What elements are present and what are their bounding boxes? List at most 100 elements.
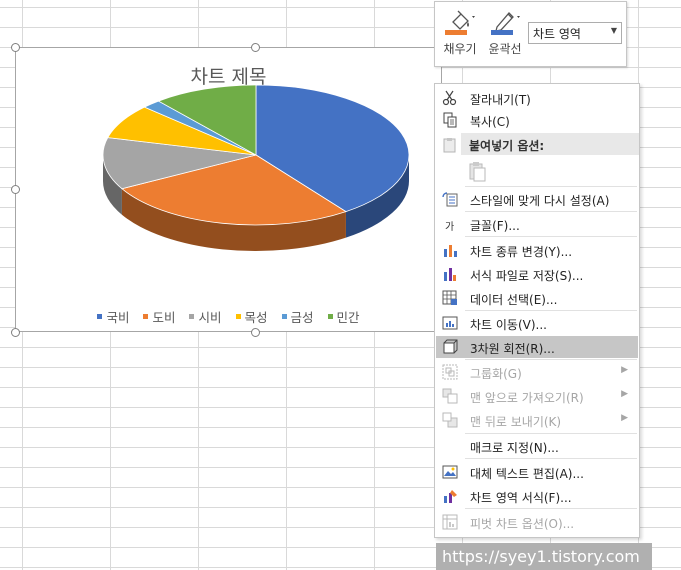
context-menu: 잘라내기(T) 복사(C) 붙여넣기 옵션: 스타일에 맞게 다시 설정(A) … <box>434 83 640 538</box>
alt-text-icon <box>442 465 458 479</box>
menu-item-format-chart-area[interactable]: 차트 영역 서식(F)... <box>436 485 638 507</box>
menu-item-label: 대체 텍스트 편집(A)... <box>470 467 584 481</box>
watermark: https://syey1.tistory.com <box>436 543 652 570</box>
legend-swatch <box>235 314 241 319</box>
menu-item-edit-alt-text[interactable]: 대체 텍스트 편집(A)... <box>436 461 638 483</box>
resize-handle-top[interactable] <box>251 43 260 52</box>
pivot-options-icon <box>442 514 458 530</box>
menu-separator <box>465 359 637 360</box>
outline-color-bar <box>491 30 513 35</box>
outline-button[interactable]: 윤곽선 <box>485 6 525 64</box>
legend-swatch <box>281 314 287 319</box>
reset-style-icon <box>442 192 458 207</box>
menu-item-assign-macro[interactable]: 매크로 지정(N)... <box>436 435 638 457</box>
legend-item: 시비 <box>189 307 222 326</box>
group-icon <box>442 364 458 380</box>
submenu-arrow-icon: ▶ <box>621 389 628 399</box>
menu-item-label: 서식 파일로 저장(S)... <box>470 269 584 283</box>
save-template-icon <box>444 268 456 281</box>
menu-item-3d-rotation[interactable]: 3차원 회전(R)... <box>436 336 638 358</box>
outline-label: 윤곽선 <box>488 42 522 56</box>
resize-handle-bottom[interactable] <box>251 328 260 337</box>
dropdown-arrow-icon: ▼ <box>610 26 617 35</box>
menu-separator <box>465 458 637 459</box>
menu-item-label: 맨 앞으로 가져오기(R) <box>470 391 584 405</box>
chart-type-icon <box>444 245 457 257</box>
legend-swatch <box>189 314 195 319</box>
resize-handle-bottom-left[interactable] <box>11 328 20 337</box>
menu-separator <box>465 236 637 237</box>
fill-label: 채우기 <box>443 42 477 56</box>
legend-swatch <box>143 314 149 319</box>
font-icon: 가 <box>445 222 455 233</box>
legend-label: 도비 <box>152 310 176 325</box>
menu-item-label: 매크로 지정(N)... <box>470 441 559 455</box>
legend-item: 목성 <box>235 307 268 326</box>
menu-separator <box>465 186 637 187</box>
pen-icon <box>491 12 520 35</box>
menu-item-group[interactable]: 그룹화(G) ▶ <box>436 361 638 383</box>
submenu-arrow-icon: ▶ <box>621 413 628 423</box>
scissors-icon <box>442 90 457 106</box>
paste-options-header: 붙여넣기 옵션: <box>461 133 639 155</box>
legend-swatch <box>327 314 333 319</box>
chart-area[interactable]: 차트 제목 국비 도비 시비 목성 금성 민간 <box>15 47 442 332</box>
resize-handle-top-left[interactable] <box>11 43 20 52</box>
legend-label: 시비 <box>198 310 222 325</box>
menu-item-label: 데이터 선택(E)... <box>470 293 558 307</box>
menu-item-move-chart[interactable]: 차트 이동(V)... <box>436 312 638 334</box>
menu-item-label: 맨 뒤로 보내기(K) <box>470 415 562 429</box>
legend-item: 도비 <box>143 307 175 326</box>
menu-item-pivot-options[interactable]: 피벗 차트 옵션(O)... <box>436 511 638 533</box>
menu-item-font[interactable]: 가 글꼴(F)... <box>436 213 638 235</box>
menu-item-label: 차트 이동(V)... <box>470 318 547 332</box>
legend-item: 금성 <box>281 307 314 326</box>
chart-legend[interactable]: 국비 도비 시비 목성 금성 민간 <box>16 307 441 326</box>
legend-item: 국비 <box>97 307 129 326</box>
menu-item-change-chart-type[interactable]: 차트 종류 변경(Y)... <box>436 239 638 261</box>
legend-item: 민간 <box>327 307 360 326</box>
legend-label: 금성 <box>290 310 314 325</box>
legend-swatch <box>97 314 103 319</box>
pie-chart[interactable] <box>16 48 443 333</box>
fill-button[interactable]: 채우기 <box>441 6 479 64</box>
move-chart-icon <box>442 316 458 330</box>
menu-item-bring-to-front[interactable]: 맨 앞으로 가져오기(R) ▶ <box>436 385 638 407</box>
menu-item-label: 스타일에 맞게 다시 설정(A) <box>470 194 610 208</box>
menu-separator <box>465 433 637 434</box>
fill-color-bar <box>445 30 467 35</box>
menu-item-save-template[interactable]: 서식 파일로 저장(S)... <box>436 263 638 285</box>
send-back-icon <box>442 412 458 428</box>
menu-item-send-to-back[interactable]: 맨 뒤로 보내기(K) ▶ <box>436 409 638 431</box>
menu-item-label: 피벗 차트 옵션(O)... <box>470 517 575 531</box>
bring-front-icon <box>442 388 458 404</box>
menu-item-label: 글꼴(F)... <box>470 219 520 233</box>
submenu-arrow-icon: ▶ <box>621 365 628 375</box>
menu-item-copy[interactable]: 복사(C) <box>436 109 638 131</box>
menu-item-label: 그룹화(G) <box>470 367 522 381</box>
chart-element-value: 차트 영역 <box>533 27 581 41</box>
legend-label: 국비 <box>106 310 130 325</box>
menu-separator <box>465 310 637 311</box>
menu-item-label: 차트 종류 변경(Y)... <box>470 245 573 259</box>
paste-icon <box>443 138 456 153</box>
3d-rotation-icon <box>443 339 458 354</box>
menu-item-label: 3차원 회전(R)... <box>470 342 555 356</box>
menu-item-label: 잘라내기(T) <box>470 93 531 107</box>
select-data-icon <box>442 290 457 305</box>
menu-separator <box>465 508 637 509</box>
menu-item-label: 붙여넣기 옵션: <box>469 139 545 153</box>
copy-icon <box>443 112 457 128</box>
resize-handle-left[interactable] <box>11 185 20 194</box>
menu-item-select-data[interactable]: 데이터 선택(E)... <box>436 287 638 309</box>
legend-label: 목성 <box>244 310 268 325</box>
paint-bucket-icon <box>445 10 475 35</box>
paste-option-icon[interactable] <box>468 161 488 183</box>
menu-item-label: 복사(C) <box>470 115 510 129</box>
chart-element-dropdown[interactable]: 차트 영역 ▼ <box>528 22 622 44</box>
menu-item-label: 차트 영역 서식(F)... <box>470 491 572 505</box>
menu-item-reset-style[interactable]: 스타일에 맞게 다시 설정(A) <box>436 188 638 210</box>
format-chart-icon <box>444 490 457 503</box>
menu-item-cut[interactable]: 잘라내기(T) <box>436 87 638 109</box>
menu-separator <box>465 211 637 212</box>
